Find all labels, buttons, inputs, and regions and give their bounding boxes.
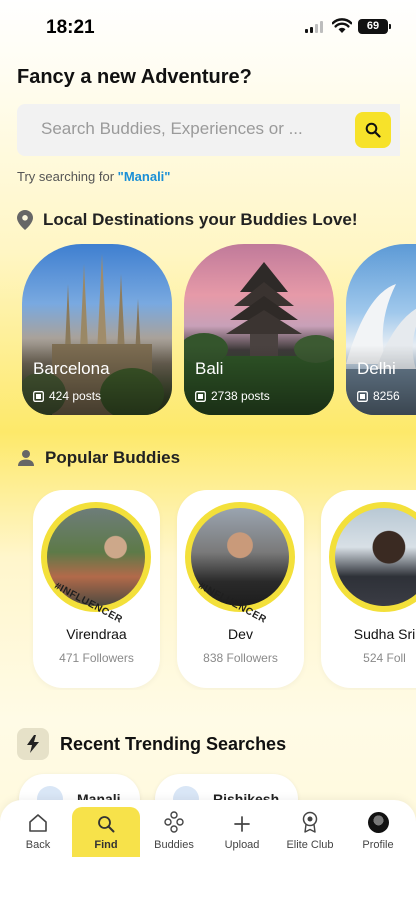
buddies-heading: Popular Buddies [17,448,180,468]
card-shade [346,345,416,415]
location-pin-icon [17,210,33,230]
nav-label: Upload [224,839,260,851]
buddy-card[interactable]: #INFLUENCER Virendraa 471 Followers [33,490,160,688]
avatar-ring: #INFLUENCER [185,502,295,626]
avatar-ring: #INFLUENCER [41,502,151,626]
search-bar[interactable] [17,104,400,156]
signal-icon [305,21,323,33]
buddy-followers: 524 Foll [363,651,406,665]
destination-posts: 424 posts [33,389,101,403]
person-icon [18,450,34,466]
avatar [367,812,389,833]
card-shade [22,345,172,415]
page-title: Fancy a new Adventure? [17,66,252,88]
destination-card-delhi[interactable]: Delhi 8256 [346,244,416,415]
trending-title: Recent Trending Searches [60,733,287,754]
trending-icon-box [17,728,49,760]
posts-count: 8256 [373,389,400,403]
battery-icon: 69 [358,19,388,34]
suggestion-prefix: Try searching for [17,169,118,184]
lightning-icon [27,735,39,753]
status-bar: 18:21 69 [0,0,416,54]
destinations-heading: Local Destinations your Buddies Love! [17,210,358,230]
search-button[interactable] [355,112,391,148]
buddies-icon [164,811,184,833]
destinations-title: Local Destinations your Buddies Love! [43,210,358,229]
buddy-name: Dev [228,626,253,642]
wifi-icon [332,18,352,33]
avatar-ring [329,502,416,612]
buddies-carousel[interactable]: #INFLUENCER Virendraa 471 Followers #INF… [0,490,416,690]
buddy-name: Virendraa [66,626,127,642]
avatar [335,508,416,606]
posts-icon [357,390,368,402]
buddy-followers: 838 Followers [203,651,278,665]
home-icon [29,814,47,832]
posts-count: 424 posts [49,389,102,403]
buddy-followers: 471 Followers [59,651,134,665]
posts-icon [33,390,44,402]
battery-tip [389,24,391,29]
buddy-name: Sudha Sri [353,626,416,642]
destination-card-barcelona[interactable]: Barcelona 424 posts [22,244,172,415]
destination-posts: 8256 [357,389,400,403]
search-input[interactable] [41,119,326,139]
nav-label: Buddies [154,839,194,851]
status-time: 18:21 [46,17,95,38]
nav-label: Back [25,839,51,851]
suggestion-term-link[interactable]: "Manali" [118,169,171,184]
destination-name: Delhi [357,359,396,378]
bottom-nav: Back Find Buddies Upload Elite Club Prof… [0,800,416,900]
nav-elite-club[interactable]: Elite Club [276,807,344,857]
nav-label: Profile [362,839,394,851]
destination-name: Barcelona [33,359,110,378]
buddies-title: Popular Buddies [45,448,181,467]
buddy-card[interactable]: Sudha Sri 524 Foll [321,490,416,688]
nav-label: Find [94,839,118,851]
destination-name: Bali [195,359,224,378]
badge-icon [302,811,318,833]
card-shade [184,345,334,415]
trending-heading: Recent Trending Searches [17,728,286,760]
search-icon [98,816,115,833]
nav-profile[interactable]: Profile [344,807,412,857]
nav-find[interactable]: Find [72,807,140,857]
nav-buddies[interactable]: Buddies [140,807,208,857]
buddy-card[interactable]: #INFLUENCER Dev 838 Followers [177,490,304,688]
search-icon [365,122,381,138]
nav-label: Elite Club [286,839,334,851]
posts-icon [195,390,206,402]
destinations-carousel[interactable]: Barcelona 424 posts Bali 2738 posts Delh… [0,244,416,416]
nav-upload[interactable]: Upload [208,807,276,857]
search-suggestion: Try searching for "Manali" [17,169,170,184]
posts-count: 2738 posts [211,389,270,403]
destination-card-bali[interactable]: Bali 2738 posts [184,244,334,415]
nav-back[interactable]: Back [4,807,72,857]
plus-icon [234,816,250,832]
destination-posts: 2738 posts [195,389,270,403]
